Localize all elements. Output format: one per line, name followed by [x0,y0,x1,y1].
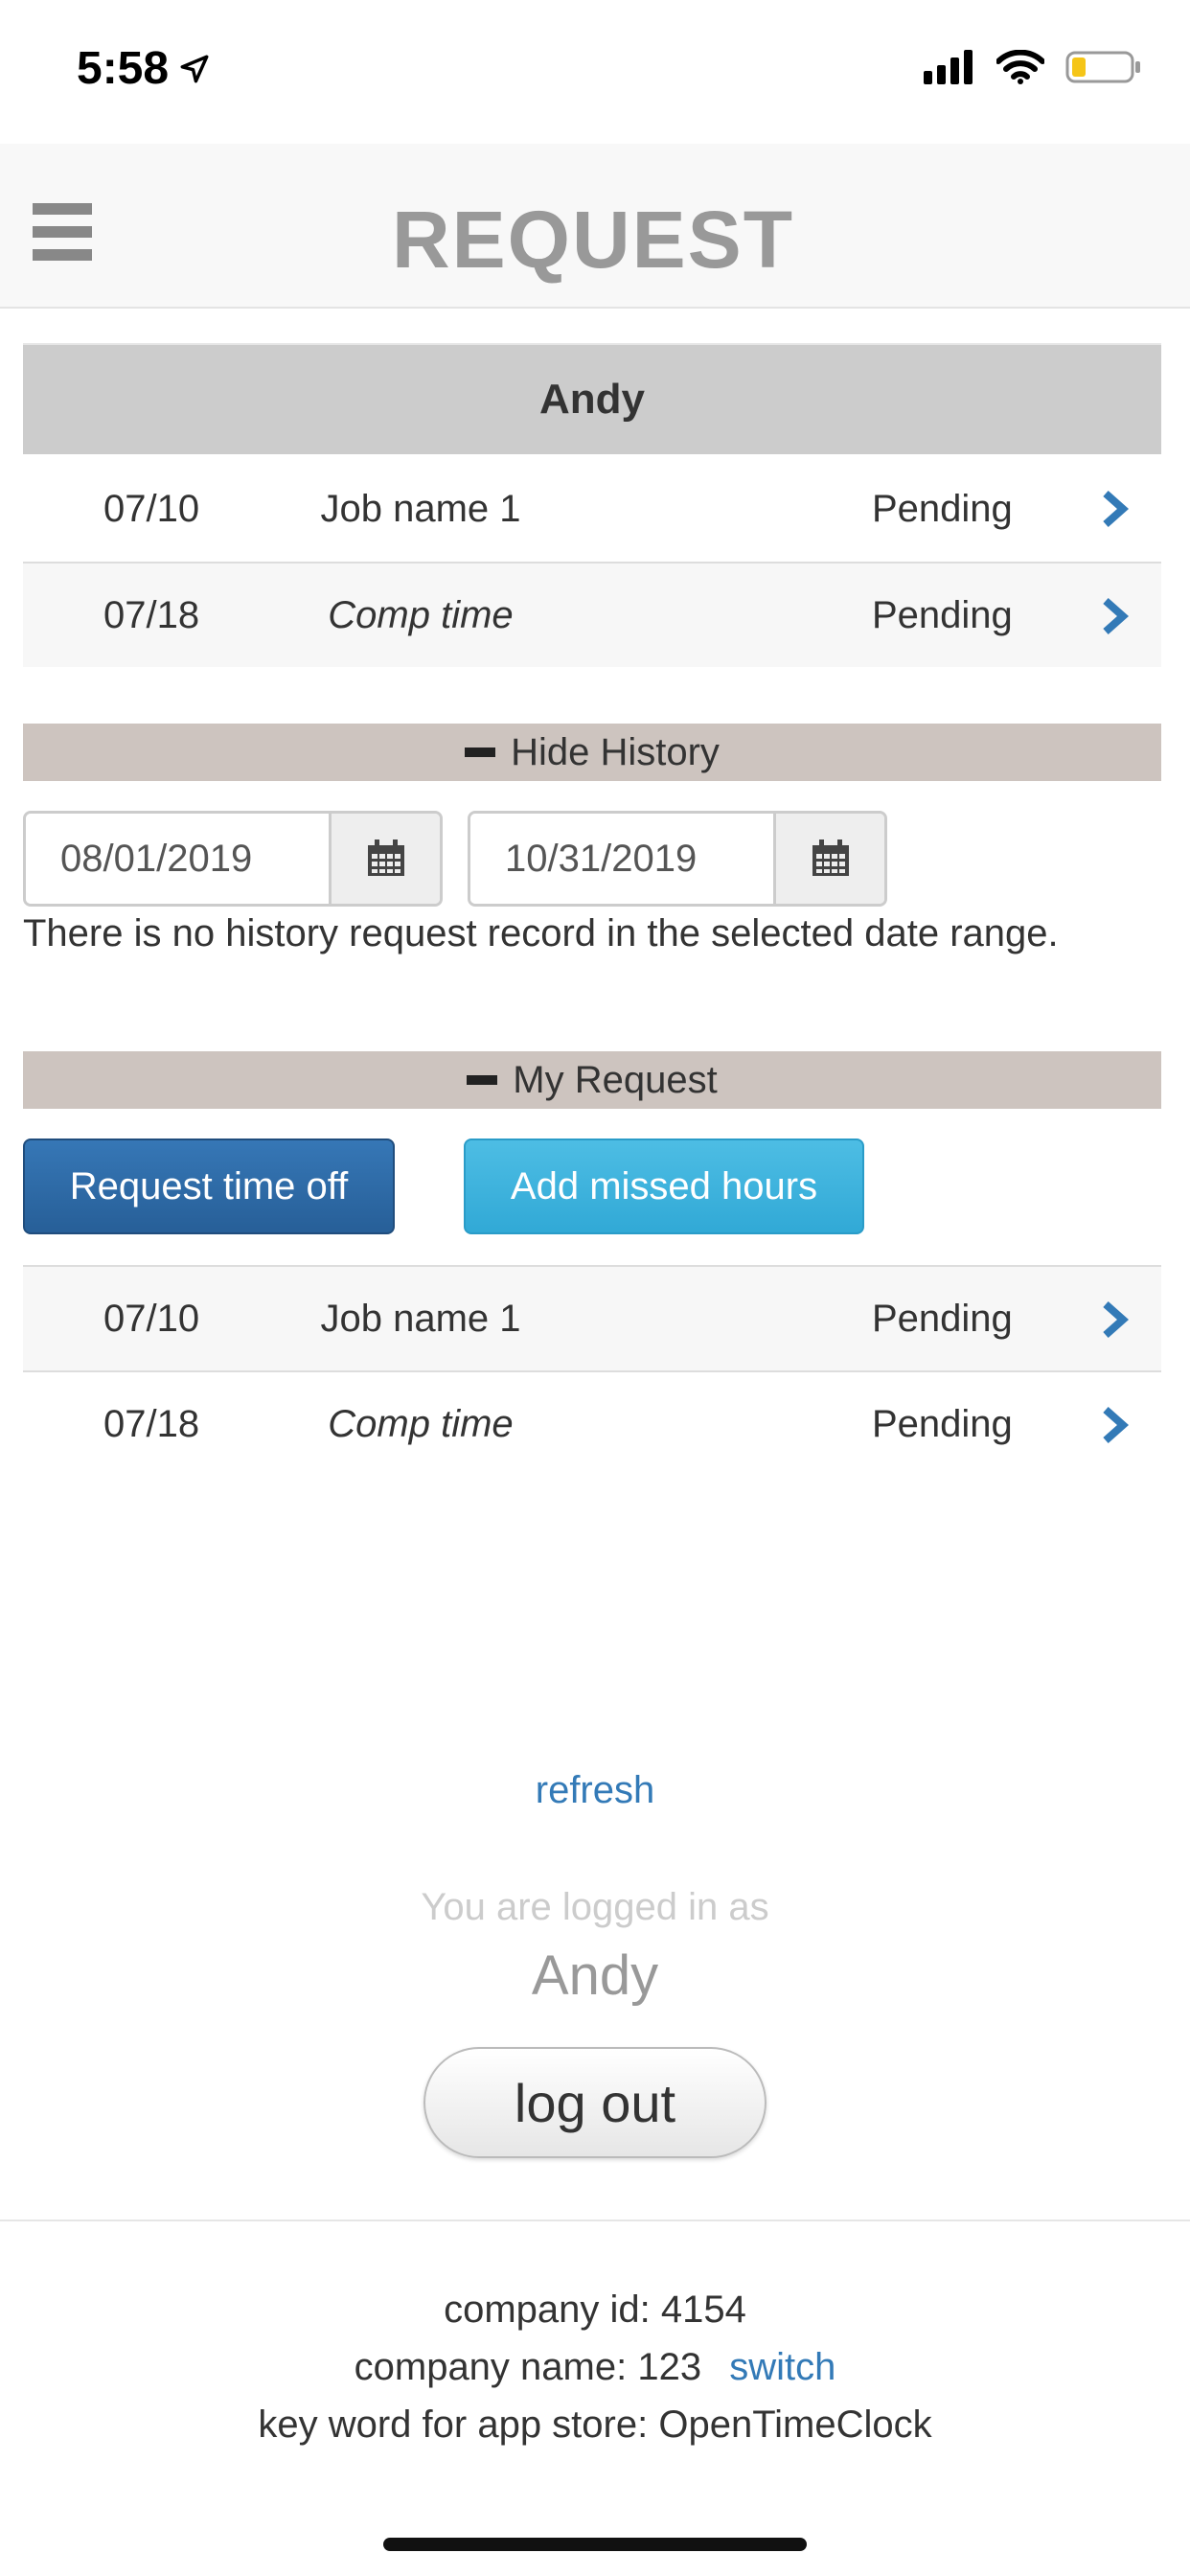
request-date: 07/10 [103,1297,200,1340]
company-name-line: company name: 123 switch [0,2338,1190,2396]
status-bar: 5:58 [0,0,1190,144]
end-date-picker [468,811,887,907]
keyword-value: OpenTimeClock [658,2404,932,2446]
request-status: Pending [872,487,1013,530]
footer: company id: 4154 company name: 123 switc… [0,2281,1190,2453]
keyword-label: key word for app store: [258,2404,649,2446]
switch-company-link[interactable]: switch [729,2346,835,2388]
company-id-label: company id: [444,2288,651,2331]
cellular-signal-icon [924,50,973,84]
company-name-value: 123 [637,2346,702,2388]
request-job: Comp time [328,1402,514,1445]
wifi-icon [996,50,1044,84]
add-missed-hours-button[interactable]: Add missed hours [464,1138,864,1234]
refresh-link[interactable]: refresh [0,1769,1190,1812]
request-date: 07/18 [103,593,200,636]
end-calendar-button[interactable] [773,814,884,904]
request-status: Pending [872,593,1013,636]
request-job: Comp time [328,593,514,636]
chevron-right-icon[interactable] [1094,490,1133,528]
table-row[interactable]: 07/10 Job name 1 Pending [23,456,1161,562]
battery-icon [1065,51,1140,83]
request-date: 07/18 [103,1402,200,1445]
minus-icon [467,1075,498,1085]
start-date-picker [23,811,443,907]
logout-button[interactable]: log out [423,2047,767,2158]
request-job: Job name 1 [320,487,521,530]
company-name-label: company name: [354,2346,628,2388]
calendar-icon [812,840,849,876]
footer-divider [0,2220,1190,2221]
minus-icon [465,748,496,757]
home-indicator [383,2538,807,2551]
start-date-input[interactable] [26,814,329,904]
company-id-line: company id: 4154 [0,2281,1190,2338]
request-status: Pending [872,1297,1013,1340]
chevron-right-icon[interactable] [1094,1300,1133,1339]
start-calendar-button[interactable] [329,814,440,904]
status-time-text: 5:58 [77,43,170,94]
table-row[interactable]: 07/10 Job name 1 Pending [23,1265,1161,1370]
request-status: Pending [872,1402,1013,1445]
location-arrow-icon [180,55,209,82]
employee-header: Andy [23,343,1161,454]
hide-history-label: Hide History [511,730,720,773]
request-job: Job name 1 [320,1297,521,1340]
table-row[interactable]: 07/18 Comp time Pending [23,1370,1161,1476]
no-history-message: There is no history request record in th… [23,912,1059,954]
logged-in-user: Andy [531,1944,659,2007]
hide-history-toggle[interactable]: Hide History [23,724,1161,781]
chevron-right-icon[interactable] [1094,1406,1133,1444]
end-date-input[interactable] [470,814,773,904]
keyword-line: key word for app store: OpenTimeClock [0,2396,1190,2453]
company-id-value: 4154 [660,2288,746,2331]
status-time: 5:58 [77,42,211,95]
my-request-toggle[interactable]: My Request [23,1051,1161,1109]
my-request-label: My Request [513,1058,718,1101]
chevron-right-icon[interactable] [1094,597,1133,635]
navbar: REQUEST [0,144,1190,309]
calendar-icon [367,840,404,876]
request-date: 07/10 [103,487,200,530]
status-icons [924,50,1142,84]
table-row[interactable]: 07/18 Comp time Pending [23,562,1161,667]
request-time-off-button[interactable]: Request time off [23,1138,395,1234]
page-title: REQUEST [391,195,795,285]
logged-in-label: You are logged in as [421,1886,769,1928]
